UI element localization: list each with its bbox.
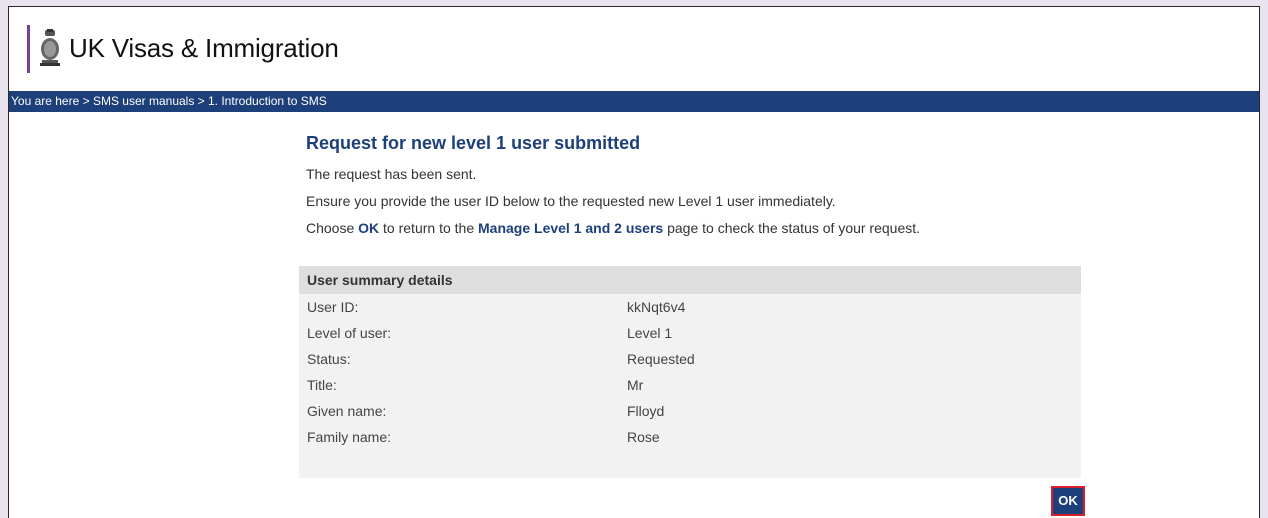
table-row: Given name: Flloyd (299, 398, 1081, 424)
page-frame: UK Visas & Immigration You are here > SM… (8, 6, 1260, 518)
header-accent-bar (27, 25, 30, 73)
table-row: Status: Requested (299, 346, 1081, 372)
row-label: Level of user: (307, 325, 392, 341)
row-label: Family name: (307, 429, 392, 445)
site-title: UK Visas & Immigration (69, 33, 339, 63)
royal-crest-icon (40, 29, 60, 66)
info-manage-users-text: Manage Level 1 and 2 users (478, 220, 664, 236)
site-header: UK Visas & Immigration (9, 7, 1259, 87)
table-row: Family name: Rose (299, 424, 1081, 450)
row-value: kkNqt6v4 (627, 299, 686, 315)
row-value: Level 1 (627, 325, 673, 341)
info-choose-ok: Choose OK to return to the Manage Level … (306, 220, 1096, 238)
page-title: Request for new level 1 user submitted (306, 133, 641, 153)
row-value: Mr (627, 377, 644, 393)
ok-button[interactable]: OK (1051, 486, 1085, 516)
info-text-post: page to check the status of your request… (663, 220, 921, 236)
user-summary-table: User summary details User ID: kkNqt6v4 L… (299, 266, 1081, 478)
info-ok-text: OK (358, 220, 380, 236)
table-row: Title: Mr (299, 372, 1081, 398)
row-label: Given name: (307, 403, 387, 419)
main-content: Request for new level 1 user submitted T… (306, 119, 1096, 238)
row-value: Rose (627, 429, 660, 445)
row-value: Requested (627, 351, 695, 367)
breadcrumb: You are here > SMS user manuals > 1. Int… (9, 91, 1259, 112)
info-sent: The request has been sent. (306, 166, 477, 182)
info-text-mid: to return to the (379, 220, 478, 236)
row-value: Flloyd (627, 403, 665, 419)
breadcrumb-text[interactable]: You are here > SMS user manuals > 1. Int… (11, 94, 327, 108)
row-label: User ID: (307, 299, 359, 315)
summary-header: User summary details (299, 266, 1081, 294)
info-provide-id: Ensure you provide the user ID below to … (306, 193, 836, 209)
info-text-pre: Choose (306, 220, 359, 236)
table-row: User ID: kkNqt6v4 (299, 294, 1081, 320)
table-row: Level of user: Level 1 (299, 320, 1081, 346)
row-label: Title: (307, 377, 337, 393)
row-label: Status: (307, 351, 351, 367)
